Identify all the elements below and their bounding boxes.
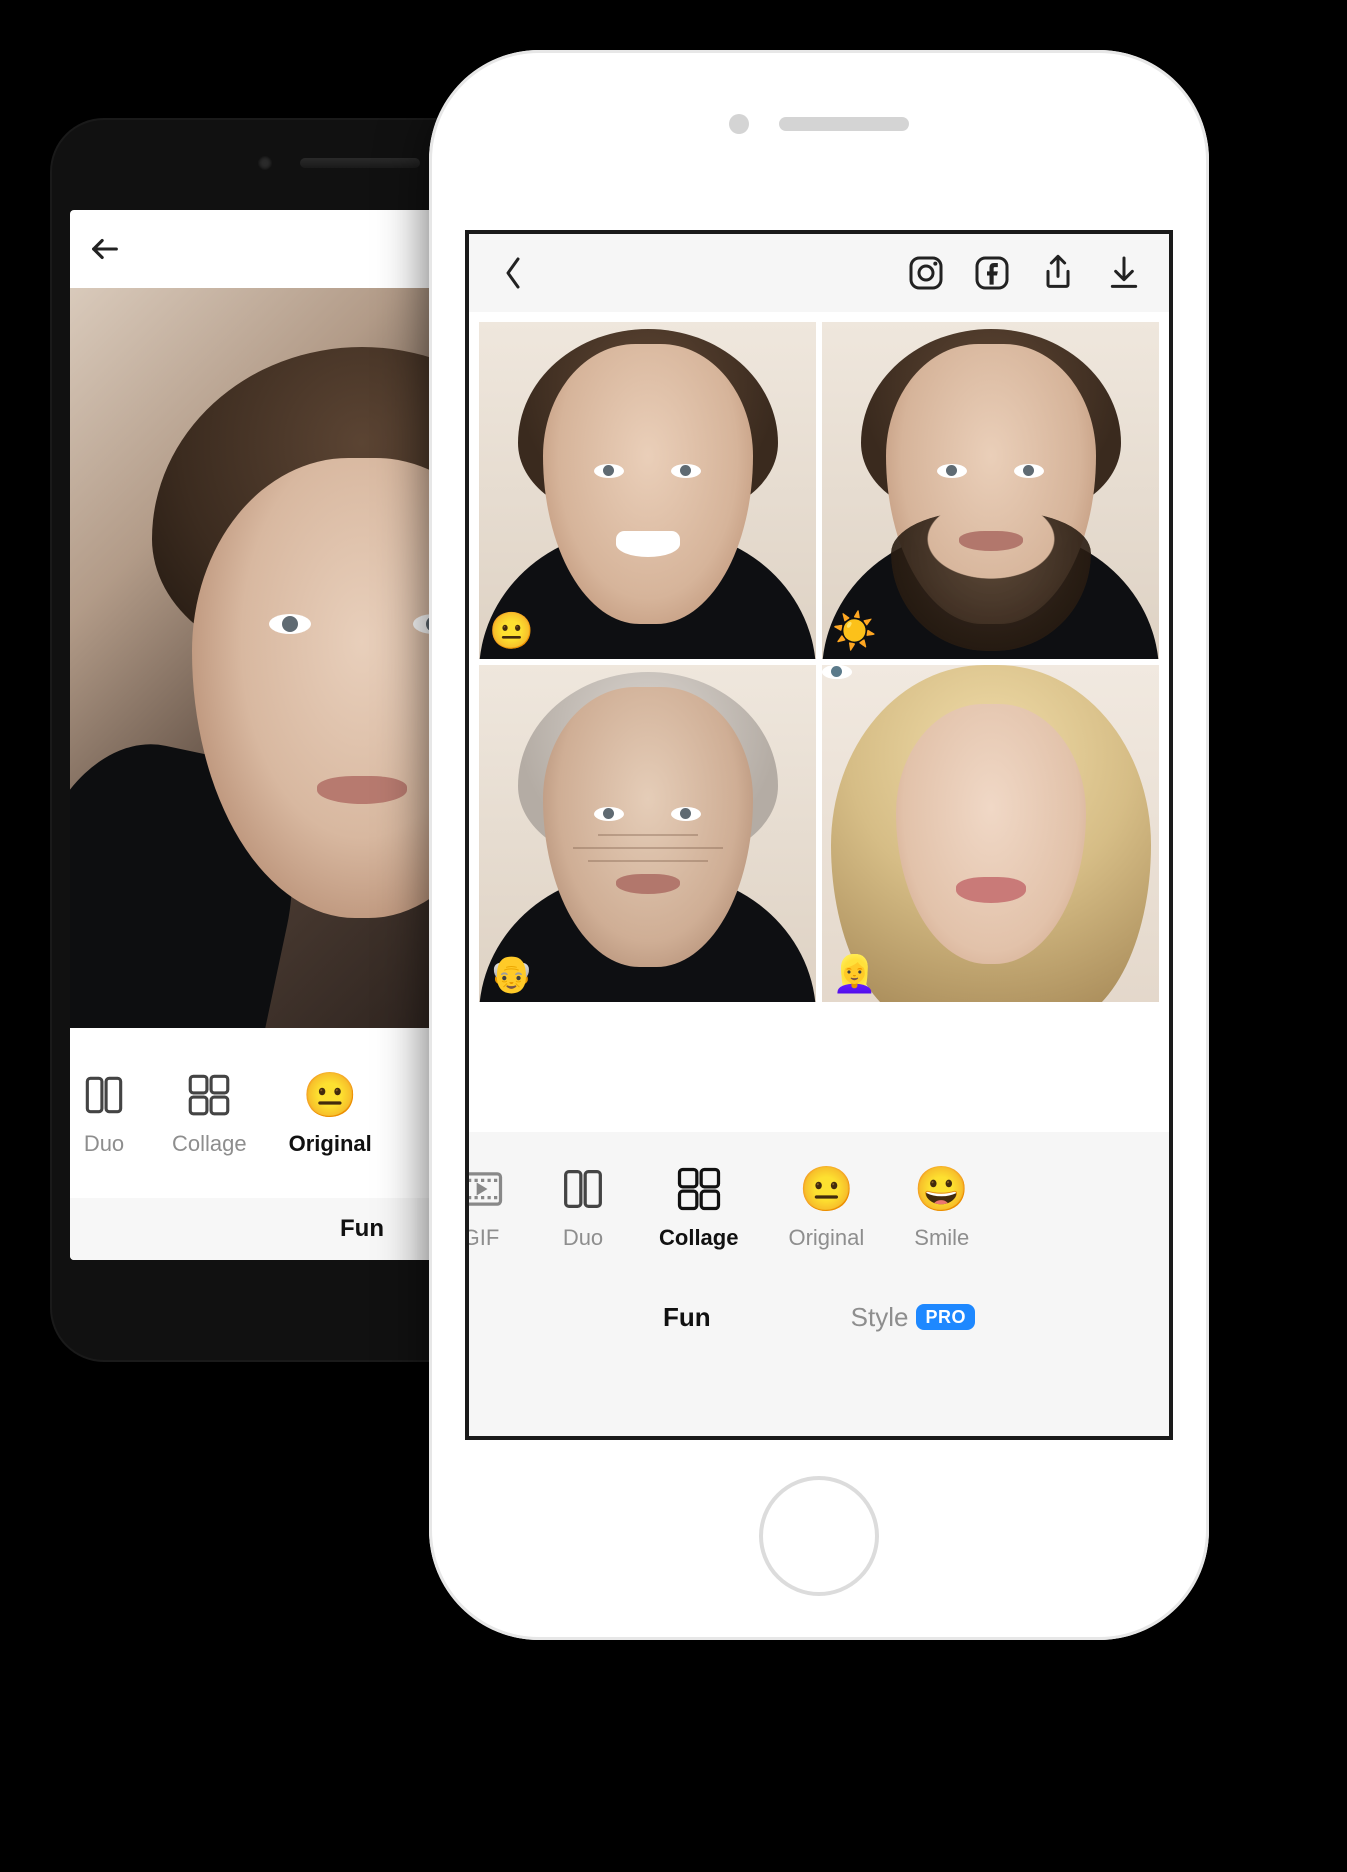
iphone-screen: 😐 ☀️ 👴 👱‍♀️ [465,230,1173,1440]
original-emoji-icon: 😐 [800,1163,852,1215]
duo-icon [78,1069,130,1121]
filter-original[interactable]: 😐 Original [788,1163,864,1251]
filter-collage[interactable]: Collage [172,1069,247,1157]
filter-label: Duo [84,1131,124,1157]
collage-grid: 😐 ☀️ 👴 👱‍♀️ [479,322,1159,1002]
instagram-icon[interactable] [903,250,949,296]
share-icon[interactable] [1035,250,1081,296]
filter-label: Original [289,1131,372,1157]
filter-label: GIF [469,1225,499,1251]
facebook-icon[interactable] [969,250,1015,296]
filter-gif[interactable]: GIF [469,1163,507,1251]
spacer [469,1042,1169,1132]
back-chevron-icon[interactable] [491,250,537,296]
smile-emoji-icon: 😀 [916,1163,968,1215]
android-front-sensor-icon [258,156,272,170]
filter-badge-female-icon: 👱‍♀️ [832,956,877,992]
collage-icon [673,1163,725,1215]
filter-label: Collage [172,1131,247,1157]
android-speaker-icon [300,158,420,168]
download-icon[interactable] [1101,250,1147,296]
filter-label: Original [788,1225,864,1251]
collage-cell-old[interactable]: 👴 [479,665,816,1002]
filter-original[interactable]: 😐 Original [289,1069,372,1157]
iphone-category-tabs: Fun Style PRO [469,1282,1169,1352]
filter-label: Duo [563,1225,603,1251]
iphone-filter-row[interactable]: GIF Duo Collage 😐 Original 😀 Smi [469,1132,1169,1282]
tab-fun[interactable]: Fun [663,1302,711,1333]
collage-cell-female[interactable]: 👱‍♀️ [822,665,1159,1002]
iphone-camera-dot-icon [729,114,749,134]
collage-area: 😐 ☀️ 👴 👱‍♀️ [469,312,1169,1042]
duo-icon [557,1163,609,1215]
tab-style[interactable]: Style PRO [851,1302,975,1333]
iphone-topbar [469,234,1169,312]
collage-cell-smile[interactable]: 😐 [479,322,816,659]
gif-icon [469,1163,507,1215]
filter-collage[interactable]: Collage [659,1163,738,1251]
collage-icon [183,1069,235,1121]
original-emoji-icon: 😐 [304,1069,356,1121]
pro-badge: PRO [916,1304,975,1330]
collage-cell-spark[interactable]: ☀️ [822,322,1159,659]
filter-label: Smile [914,1225,969,1251]
home-button[interactable] [759,1476,879,1596]
iphone-frame: 😐 ☀️ 👴 👱‍♀️ [429,50,1209,1640]
filter-badge-spark-icon: ☀️ [832,613,877,649]
filter-smile[interactable]: 😀 Smile [914,1163,969,1251]
iphone-speaker-icon [779,117,909,131]
tab-style-label: Style [851,1302,909,1333]
filter-badge-smile-icon: 😐 [489,613,534,649]
tab-fun[interactable]: Fun [340,1215,384,1243]
filter-duo[interactable]: Duo [78,1069,130,1157]
iphone-sensors [429,114,1209,134]
filter-label: Collage [659,1225,738,1251]
filter-duo[interactable]: Duo [557,1163,609,1251]
filter-badge-old-icon: 👴 [489,956,534,992]
back-arrow-icon[interactable] [88,232,122,266]
